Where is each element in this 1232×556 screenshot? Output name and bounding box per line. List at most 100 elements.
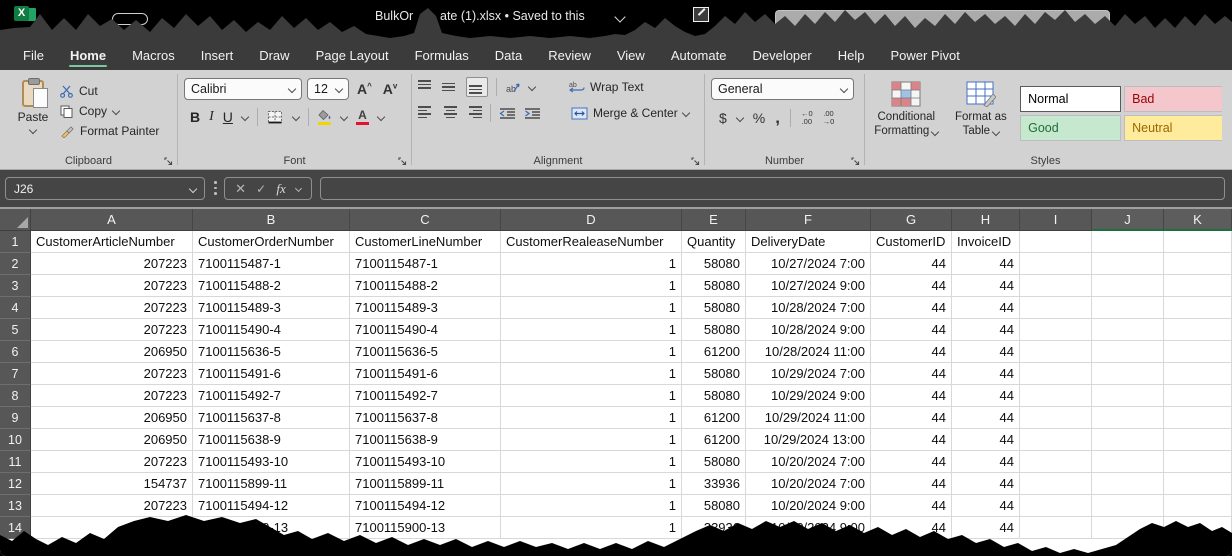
decrease-font-size-button[interactable]: Av [380, 81, 401, 97]
tab-formulas[interactable]: Formulas [402, 40, 482, 70]
underline-button[interactable]: U [223, 109, 233, 125]
cell-E12[interactable]: 33936 [682, 473, 746, 495]
cell-D9[interactable]: 1 [501, 407, 682, 429]
cell-H13[interactable]: 44 [952, 495, 1020, 517]
title-chevron-down-icon[interactable] [614, 11, 625, 22]
cell-A6[interactable]: 206950 [31, 341, 193, 363]
cell-I14[interactable] [1020, 517, 1092, 539]
cell-G10[interactable]: 44 [871, 429, 952, 451]
cell-I11[interactable] [1020, 451, 1092, 473]
percent-style-button[interactable]: % [753, 110, 765, 126]
cell-A10[interactable]: 206950 [31, 429, 193, 451]
clipboard-dialog-launcher[interactable] [162, 155, 174, 167]
format-painter-button[interactable]: Format Painter [60, 124, 159, 138]
cell-F4[interactable]: 10/28/2024 7:00 [746, 297, 871, 319]
cell-D2[interactable]: 1 [501, 253, 682, 275]
row-header-7[interactable]: 7 [0, 363, 31, 385]
cell-C12[interactable]: 7100115899-11 [350, 473, 501, 495]
cell-K12[interactable] [1164, 473, 1232, 495]
cell-J3[interactable] [1092, 275, 1164, 297]
number-format-combo[interactable]: General [711, 78, 854, 100]
cell-J14[interactable] [1092, 517, 1164, 539]
cell-K2[interactable] [1164, 253, 1232, 275]
cell-H12[interactable]: 44 [952, 473, 1020, 495]
paste-dropdown-icon[interactable] [29, 126, 37, 134]
cell-C1[interactable]: CustomerLineNumber [350, 231, 501, 253]
copy-button[interactable]: Copy [60, 104, 159, 118]
style-good[interactable]: Good [1020, 115, 1121, 141]
cell-A4[interactable]: 207223 [31, 297, 193, 319]
cell-A11[interactable]: 207223 [31, 451, 193, 473]
cell-D13[interactable]: 1 [501, 495, 682, 517]
cell-I12[interactable] [1020, 473, 1092, 495]
cell-B6[interactable]: 7100115636-5 [193, 341, 350, 363]
cell-J7[interactable] [1092, 363, 1164, 385]
cell-J10[interactable] [1092, 429, 1164, 451]
cell-J4[interactable] [1092, 297, 1164, 319]
insert-function-icon[interactable]: fx [276, 181, 285, 197]
fx-dropdown-icon[interactable] [295, 185, 302, 192]
cut-button[interactable]: Cut [60, 84, 159, 98]
column-header-A[interactable]: A [31, 209, 193, 231]
row-header-14[interactable]: 14 [0, 517, 31, 539]
align-center-button[interactable] [442, 106, 458, 120]
cell-I8[interactable] [1020, 385, 1092, 407]
align-left-button[interactable] [418, 106, 434, 120]
cell-H5[interactable]: 44 [952, 319, 1020, 341]
cell-G14[interactable]: 44 [871, 517, 952, 539]
cell-K8[interactable] [1164, 385, 1232, 407]
row-header-5[interactable]: 5 [0, 319, 31, 341]
cell-C14[interactable]: 7100115900-13 [350, 517, 501, 539]
cell-G8[interactable]: 44 [871, 385, 952, 407]
format-as-table-button[interactable]: Format asTable [946, 76, 1017, 151]
font-dialog-launcher[interactable] [396, 155, 408, 167]
cell-B1[interactable]: CustomerOrderNumber [193, 231, 350, 253]
cell-J9[interactable] [1092, 407, 1164, 429]
cell-C2[interactable]: 7100115487-1 [350, 253, 501, 275]
tab-data[interactable]: Data [482, 40, 535, 70]
cell-E3[interactable]: 58080 [682, 275, 746, 297]
column-header-D[interactable]: D [501, 209, 682, 231]
orientation-button[interactable]: ab [505, 80, 521, 94]
cell-C7[interactable]: 7100115491-6 [350, 363, 501, 385]
cell-H8[interactable]: 44 [952, 385, 1020, 407]
font-name-combo[interactable]: Calibri [184, 78, 302, 100]
tab-developer[interactable]: Developer [739, 40, 824, 70]
cell-G9[interactable]: 44 [871, 407, 952, 429]
cell-A14[interactable]: 154737 [31, 517, 193, 539]
tab-page-layout[interactable]: Page Layout [303, 40, 402, 70]
cell-K11[interactable] [1164, 451, 1232, 473]
cell-A5[interactable]: 207223 [31, 319, 193, 341]
formula-bar-grip[interactable] [214, 181, 217, 195]
cell-K5[interactable] [1164, 319, 1232, 341]
cell-D3[interactable]: 1 [501, 275, 682, 297]
tab-power-pivot[interactable]: Power Pivot [877, 40, 972, 70]
cell-F6[interactable]: 10/28/2024 11:00 [746, 341, 871, 363]
decrease-indent-button[interactable] [499, 107, 516, 120]
cell-F2[interactable]: 10/27/2024 7:00 [746, 253, 871, 275]
cell-G11[interactable]: 44 [871, 451, 952, 473]
cell-F12[interactable]: 10/20/2024 7:00 [746, 473, 871, 495]
row-header-12[interactable]: 12 [0, 473, 31, 495]
row-header-8[interactable]: 8 [0, 385, 31, 407]
cell-E7[interactable]: 58080 [682, 363, 746, 385]
increase-decimal-button[interactable]: ←0 .00 [801, 110, 813, 127]
font-size-combo[interactable]: 12 [307, 78, 349, 100]
cell-E4[interactable]: 58080 [682, 297, 746, 319]
row-header-13[interactable]: 13 [0, 495, 31, 517]
cell-B9[interactable]: 7100115637-8 [193, 407, 350, 429]
cell-F1[interactable]: DeliveryDate [746, 231, 871, 253]
paste-button[interactable]: Paste [6, 76, 60, 151]
column-header-K[interactable]: K [1164, 209, 1232, 231]
cell-I10[interactable] [1020, 429, 1092, 451]
accounting-format-button[interactable]: $ [719, 110, 727, 126]
cell-K14[interactable] [1164, 517, 1232, 539]
alignment-dialog-launcher[interactable] [689, 155, 701, 167]
cell-K10[interactable] [1164, 429, 1232, 451]
cell-H10[interactable]: 44 [952, 429, 1020, 451]
style-normal[interactable]: Normal [1020, 86, 1121, 112]
cell-B5[interactable]: 7100115490-4 [193, 319, 350, 341]
cell-A1[interactable]: CustomerArticleNumber [31, 231, 193, 253]
copy-dropdown-icon[interactable] [112, 107, 120, 115]
row-header-3[interactable]: 3 [0, 275, 31, 297]
